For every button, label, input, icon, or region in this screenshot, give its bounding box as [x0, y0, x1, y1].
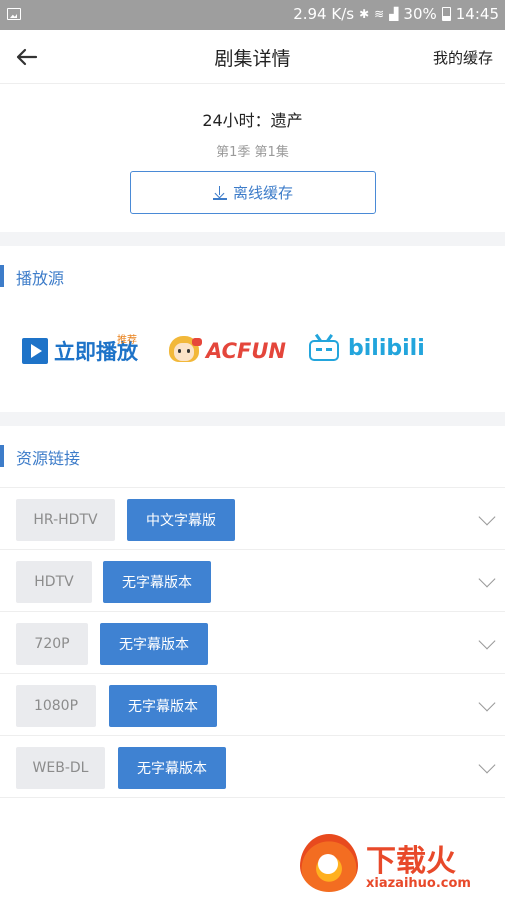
page-title: 剧集详情 [214, 48, 291, 70]
subtitle-tag: 无字幕版本 [109, 685, 217, 727]
episode-info: 24小时：遗产 第1季 第1集 离线缓存 [0, 84, 505, 232]
status-bar: 2.94 K/s ✱ ≋ ▟ 30% 14:45 [0, 0, 505, 30]
chevron-down-icon[interactable] [478, 508, 496, 526]
resource-row[interactable]: 1080P 无字幕版本 [0, 673, 505, 735]
gallery-notification-icon [7, 8, 21, 20]
section-divider [0, 232, 505, 246]
subtitle-tag: 无字幕版本 [100, 623, 208, 665]
my-cache-link[interactable]: 我的缓存 [433, 47, 493, 68]
episode-subtitle: 第1季 第1集 [216, 145, 289, 160]
subtitle-tag: 无字幕版本 [103, 561, 211, 603]
quality-label: 720P [16, 623, 88, 665]
chevron-down-icon[interactable] [478, 632, 496, 650]
battery-icon [441, 7, 451, 21]
download-icon [212, 185, 227, 200]
network-speed: 2.94 K/s [293, 5, 355, 23]
section-accent-bar [0, 445, 4, 467]
chevron-down-icon[interactable] [478, 756, 496, 774]
signal-icon: ▟ [389, 7, 399, 21]
watermark-title: 下载火 [366, 844, 456, 879]
bilibili-tv-icon [308, 334, 340, 362]
source-acfun[interactable]: ACFUN [166, 336, 286, 366]
chevron-down-icon[interactable] [478, 570, 496, 588]
quality-label: HDTV [16, 561, 92, 603]
resource-row[interactable]: HDTV 无字幕版本 [0, 549, 505, 611]
acfun-mascot-icon [166, 336, 202, 366]
list-divider [0, 797, 505, 798]
subtitle-tag: 中文字幕版 [127, 499, 235, 541]
offline-cache-label: 离线缓存 [232, 184, 293, 202]
offline-cache-button[interactable]: 离线缓存 [130, 171, 376, 214]
resources-heading: 资源链接 [0, 442, 505, 472]
quality-label: 1080P [16, 685, 96, 727]
resource-row[interactable]: WEB-DL 无字幕版本 [0, 735, 505, 797]
quality-label: WEB-DL [16, 747, 105, 789]
watermark-url: xiazaihuo.com [366, 876, 471, 891]
section-accent-bar [0, 265, 4, 287]
top-app-bar: 剧集详情 我的缓存 [0, 30, 505, 84]
source-bilibili-label: bilibili [348, 335, 425, 361]
resource-row[interactable]: HR-HDTV 中文字幕版 [0, 487, 505, 549]
clock: 14:45 [455, 5, 499, 23]
subtitle-tag: 无字幕版本 [118, 747, 226, 789]
play-icon [22, 338, 48, 364]
episode-title: 24小时：遗产 [202, 111, 303, 130]
flame-logo-icon [300, 834, 358, 892]
quality-label: HR-HDTV [16, 499, 115, 541]
status-bar-right: 2.94 K/s ✱ ≋ ▟ 30% 14:45 [293, 5, 499, 23]
watermark: 下载火 xiazaihuo.com [298, 832, 503, 898]
sources-heading-label: 播放源 [16, 269, 65, 288]
bluetooth-icon: ✱ [359, 7, 370, 21]
sources-heading: 播放源 [0, 262, 505, 292]
wifi-icon: ≋ [374, 7, 385, 21]
source-bilibili[interactable]: bilibili [308, 334, 425, 362]
recommend-badge: 推荐 [117, 335, 137, 346]
chevron-down-icon[interactable] [478, 694, 496, 712]
battery-percent: 30% [403, 5, 437, 23]
source-acfun-label: ACFUN [206, 339, 286, 363]
resource-row[interactable]: 720P 无字幕版本 [0, 611, 505, 673]
resources-heading-label: 资源链接 [16, 449, 81, 468]
section-divider [0, 412, 505, 426]
